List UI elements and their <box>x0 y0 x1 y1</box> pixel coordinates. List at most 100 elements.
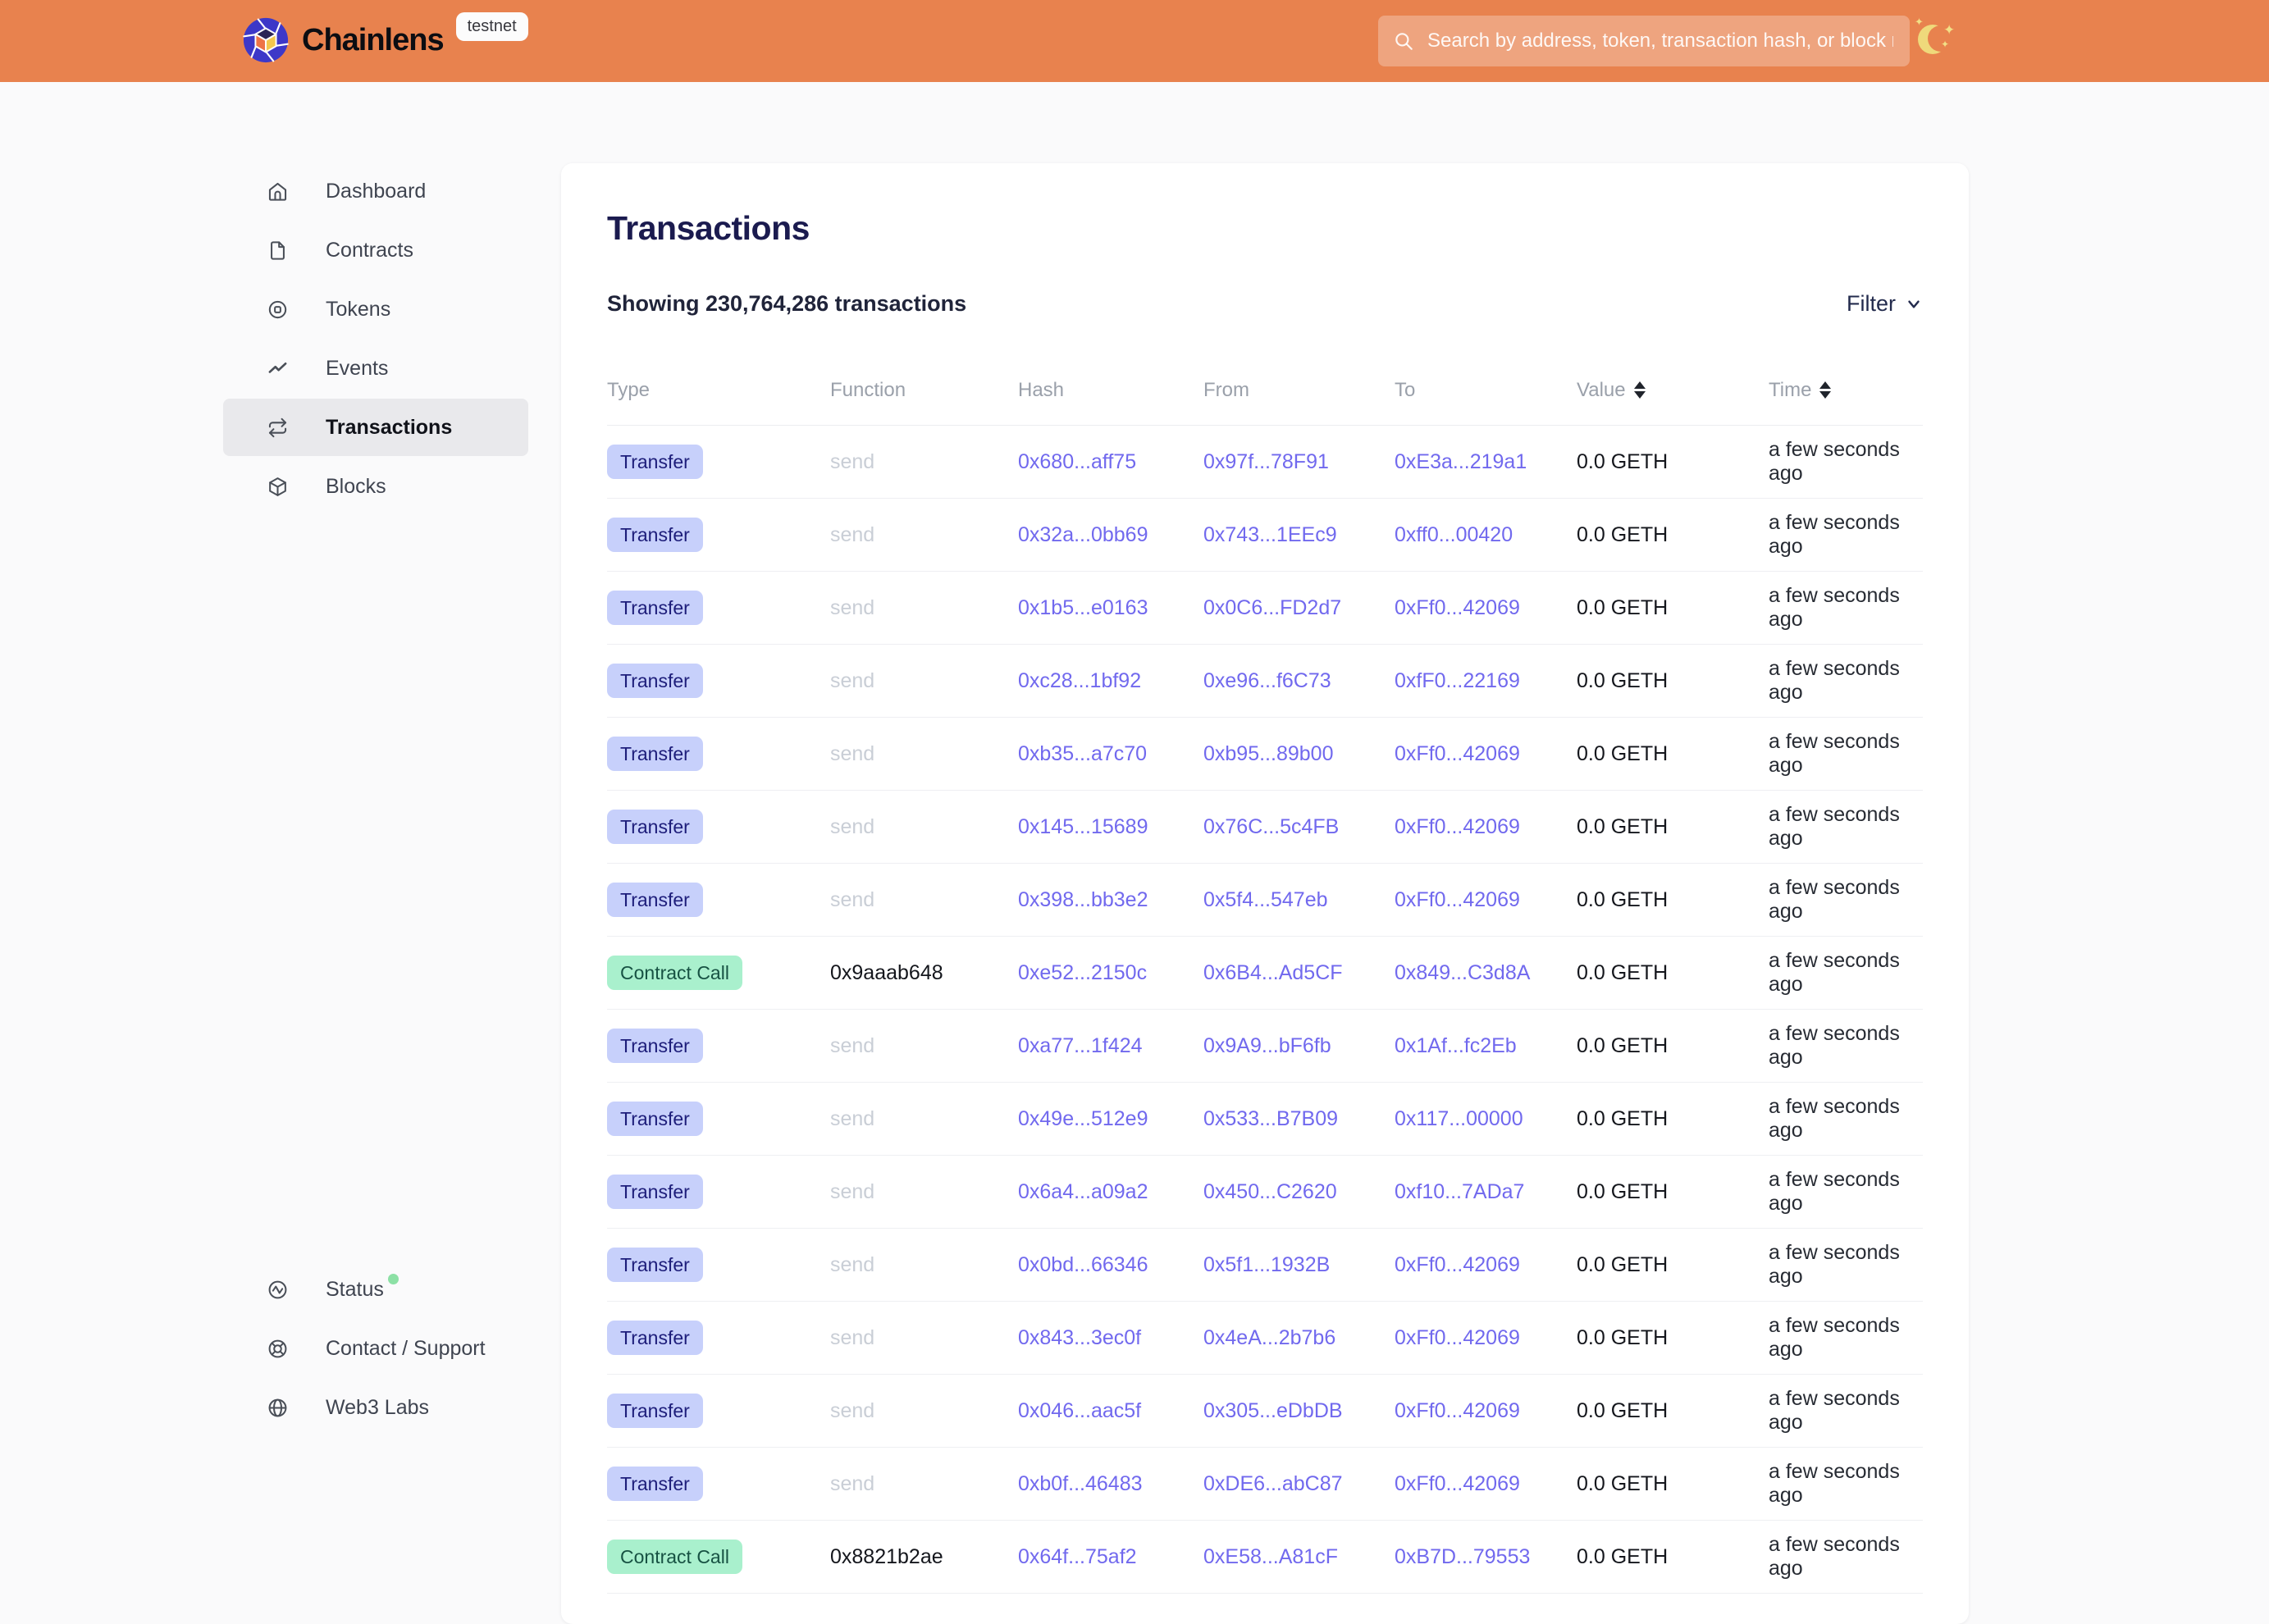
sort-icon[interactable] <box>1819 381 1831 399</box>
to-address-link[interactable]: 0x1Af...fc2Eb <box>1395 1034 1517 1057</box>
to-address-link[interactable]: 0xFf0...42069 <box>1395 742 1520 765</box>
to-address-link[interactable]: 0xB7D...79553 <box>1395 1545 1530 1568</box>
to-address-link[interactable]: 0xFf0...42069 <box>1395 888 1520 911</box>
hash-link[interactable]: 0x680...aff75 <box>1018 450 1136 473</box>
table-row: Transfer send 0x680...aff75 0x97f...78F91 0x… <box>607 426 1923 499</box>
type-badge: Transfer <box>607 445 703 479</box>
hash-link[interactable]: 0xe52...2150c <box>1018 961 1147 984</box>
time-text: a few seconds ago <box>1769 876 1900 923</box>
to-address-link[interactable]: 0xFf0...42069 <box>1395 815 1520 838</box>
value-text: 0.0 GETH <box>1577 1034 1668 1057</box>
hash-link[interactable]: 0xa77...1f424 <box>1018 1034 1143 1057</box>
dark-mode-toggle[interactable]: ✦ ✦ ✦ <box>1918 22 1961 62</box>
function-label: 0x8821b2ae <box>830 1545 943 1568</box>
sidebar-nav: Dashboard ContractsTokensEvents Transactio… <box>223 82 528 515</box>
to-address-link[interactable]: 0xE3a...219a1 <box>1395 450 1527 473</box>
sidebar-item-web3-labs[interactable]: Web3 Labs <box>223 1379 528 1436</box>
time-text: a few seconds ago <box>1769 1533 1900 1580</box>
column-label: To <box>1395 379 1415 402</box>
from-address-link[interactable]: 0x743...1EEc9 <box>1203 523 1337 546</box>
table-row: Transfersend0x32a...0bb690x743...1EEc90x… <box>607 499 1923 572</box>
filter-button[interactable]: Filter <box>1847 291 1923 317</box>
global-search[interactable] <box>1378 16 1910 66</box>
sidebar-item-contact-support[interactable]: Contact / Support <box>223 1320 528 1377</box>
from-address-link[interactable]: 0xE58...A81cF <box>1203 1545 1338 1568</box>
hash-link[interactable]: 0x32a...0bb69 <box>1018 523 1148 546</box>
sidebar-item-contracts[interactable]: Contracts <box>223 221 528 279</box>
function-label: send <box>830 450 874 473</box>
to-address-link[interactable]: 0xFf0...42069 <box>1395 1253 1520 1276</box>
from-address-link[interactable]: 0x76C...5c4FB <box>1203 815 1339 838</box>
time-text: a few seconds ago <box>1769 949 1900 996</box>
column-header-function: Function <box>830 379 1018 402</box>
sidebar-item-dashboard[interactable]: Dashboard <box>223 162 528 220</box>
function-label: send <box>830 742 874 765</box>
from-address-link[interactable]: 0x450...C2620 <box>1203 1180 1337 1203</box>
type-badge: Transfer <box>607 1248 703 1282</box>
filter-label: Filter <box>1847 291 1896 317</box>
table-row: Transfersend0x843...3ec0f0x4eA...2b7b60x… <box>607 1302 1923 1375</box>
from-address-link[interactable]: 0x5f4...547eb <box>1203 888 1328 911</box>
sidebar-item-events[interactable]: Events <box>223 340 528 397</box>
time-text: a few seconds ago <box>1769 1168 1900 1215</box>
contracts-icon <box>267 239 289 262</box>
hash-link[interactable]: 0x843...3ec0f <box>1018 1326 1141 1349</box>
hash-link[interactable]: 0x145...15689 <box>1018 815 1148 838</box>
hash-link[interactable]: 0xb35...a7c70 <box>1018 742 1147 765</box>
to-address-link[interactable]: 0xFf0...42069 <box>1395 1326 1520 1349</box>
table-row: Transfersend0xb0f...464830xDE6...abC870x… <box>607 1448 1923 1521</box>
from-address-link[interactable]: 0x5f1...1932B <box>1203 1253 1330 1276</box>
hash-link[interactable]: 0x64f...75af2 <box>1018 1545 1137 1568</box>
sort-icon[interactable] <box>1634 381 1646 399</box>
hash-link[interactable]: 0x49e...512e9 <box>1018 1107 1148 1130</box>
type-badge: Transfer <box>607 664 703 698</box>
from-address-link[interactable]: 0x533...B7B09 <box>1203 1107 1338 1130</box>
to-address-link[interactable]: 0x117...00000 <box>1395 1107 1523 1130</box>
table-row: Transfersend0xb35...a7c700xb95...89b000x… <box>607 718 1923 791</box>
value-text: 0.0 GETH <box>1577 1472 1668 1495</box>
from-address-link[interactable]: 0xe96...f6C73 <box>1203 669 1331 692</box>
time-text: a few seconds ago <box>1769 438 1900 485</box>
sidebar-item-label: Dashboard <box>326 180 426 203</box>
from-address-link[interactable]: 0x9A9...bF6fb <box>1203 1034 1331 1057</box>
from-address-link[interactable]: 0x0C6...FD2d7 <box>1203 596 1341 619</box>
from-address-link[interactable]: 0x305...eDbDB <box>1203 1399 1343 1422</box>
table-header-row: TypeFunctionHashFromToValueTime <box>607 355 1923 426</box>
to-address-link[interactable]: 0xff0...00420 <box>1395 523 1513 546</box>
type-badge: Transfer <box>607 518 703 552</box>
from-address-link[interactable]: 0x97f...78F91 <box>1203 450 1329 473</box>
to-address-link[interactable]: 0xfF0...22169 <box>1395 669 1520 692</box>
sidebar-item-label: Transactions <box>326 416 452 440</box>
column-header-time[interactable]: Time <box>1769 379 1923 402</box>
search-input[interactable] <box>1426 29 1895 53</box>
hash-link[interactable]: 0x0bd...66346 <box>1018 1253 1148 1276</box>
hash-link[interactable]: 0x6a4...a09a2 <box>1018 1180 1148 1203</box>
sidebar-item-transactions[interactable]: Transactions <box>223 399 528 456</box>
value-text: 0.0 GETH <box>1577 815 1668 838</box>
hash-link[interactable]: 0x1b5...e0163 <box>1018 596 1148 619</box>
from-address-link[interactable]: 0x6B4...Ad5CF <box>1203 961 1343 984</box>
sparkle-icon: ✦ <box>1941 39 1949 50</box>
column-label: Hash <box>1018 379 1064 402</box>
to-address-link[interactable]: 0xFf0...42069 <box>1395 596 1520 619</box>
column-header-hash: Hash <box>1018 379 1203 402</box>
from-address-link[interactable]: 0xb95...89b00 <box>1203 742 1333 765</box>
column-header-value[interactable]: Value <box>1577 379 1769 402</box>
sidebar-item-label: Status <box>326 1278 384 1302</box>
sidebar-item-status[interactable]: Status <box>223 1261 528 1318</box>
to-address-link[interactable]: 0xf10...7ADa7 <box>1395 1180 1524 1203</box>
to-address-link[interactable]: 0x849...C3d8A <box>1395 961 1530 984</box>
brand[interactable]: Chainlens testnet <box>242 16 528 64</box>
hash-link[interactable]: 0xb0f...46483 <box>1018 1472 1143 1495</box>
hash-link[interactable]: 0xc28...1bf92 <box>1018 669 1141 692</box>
from-address-link[interactable]: 0xDE6...abC87 <box>1203 1472 1343 1495</box>
hash-link[interactable]: 0x046...aac5f <box>1018 1399 1141 1422</box>
hash-link[interactable]: 0x398...bb3e2 <box>1018 888 1148 911</box>
sidebar-item-blocks[interactable]: Blocks <box>223 458 528 515</box>
time-text: a few seconds ago <box>1769 511 1900 558</box>
dashboard-icon <box>267 180 289 203</box>
to-address-link[interactable]: 0xFf0...42069 <box>1395 1399 1520 1422</box>
to-address-link[interactable]: 0xFf0...42069 <box>1395 1472 1520 1495</box>
from-address-link[interactable]: 0x4eA...2b7b6 <box>1203 1326 1335 1349</box>
sidebar-item-tokens[interactable]: Tokens <box>223 281 528 338</box>
